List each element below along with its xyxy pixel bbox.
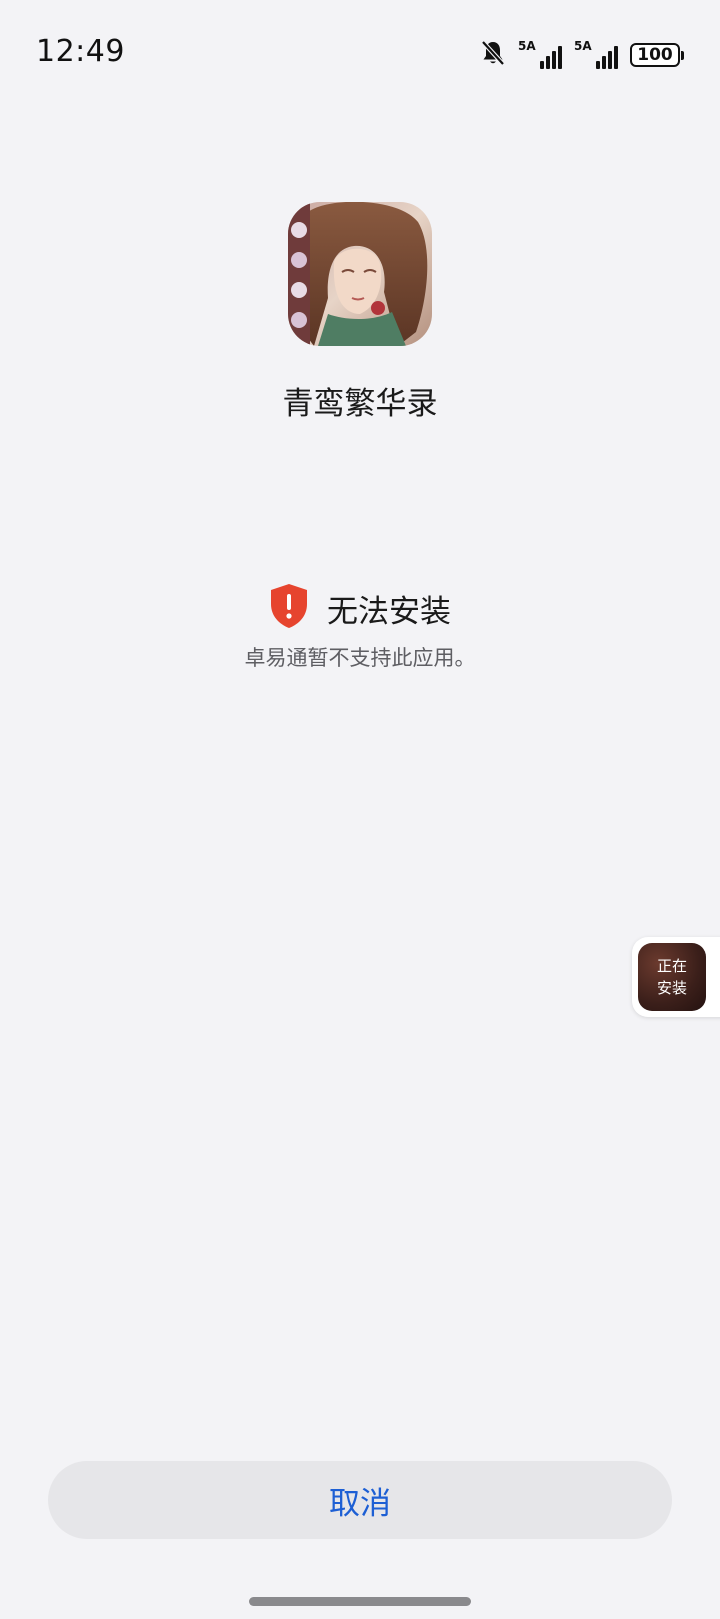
battery-icon: 100 <box>630 43 684 67</box>
installing-label: 正在 安装 <box>656 957 687 997</box>
app-icon <box>288 202 432 346</box>
installing-float-widget[interactable]: 正在 安装 <box>632 937 720 1017</box>
battery-level: 100 <box>630 43 680 67</box>
bell-muted-icon <box>480 39 506 71</box>
status-bar: 12:49 5A 5A 100 <box>0 0 720 110</box>
sim1-network-label: 5A <box>518 39 536 53</box>
sim2-signal-icon: 5A <box>574 39 618 69</box>
install-error-title: 无法安装 <box>327 593 451 630</box>
sim1-signal-icon: 5A <box>518 39 562 69</box>
home-indicator[interactable] <box>249 1597 471 1606</box>
sim2-network-label: 5A <box>574 39 592 53</box>
shield-warning-icon <box>269 583 309 633</box>
status-time: 12:49 <box>36 34 125 69</box>
cancel-button[interactable]: 取消 <box>48 1461 672 1539</box>
app-name: 青鸾繁华录 <box>282 386 438 422</box>
install-error-row: 无法安装 <box>0 584 720 632</box>
status-icons: 5A 5A 100 <box>480 38 684 72</box>
install-error-description: 卓易通暂不支持此应用。 <box>244 646 476 670</box>
